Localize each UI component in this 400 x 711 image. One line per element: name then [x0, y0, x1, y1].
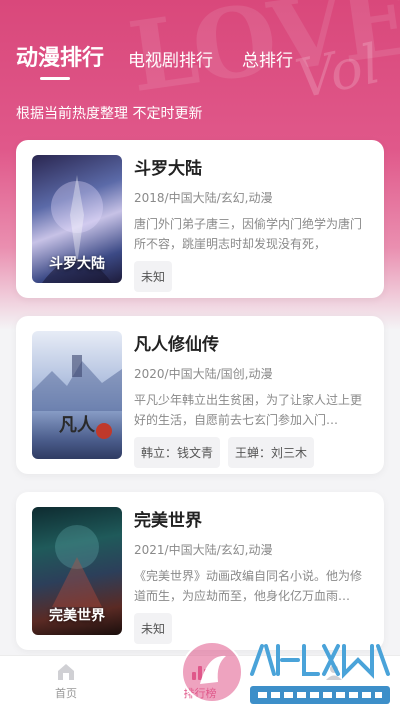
item-title[interactable]: 完美世界: [134, 506, 370, 531]
cover-image[interactable]: 完美世界: [32, 507, 122, 635]
item-description: 《完美世界》动画改编自同名小说。他为修道而生，为应劫而至，他身化亿万血雨…: [134, 569, 363, 603]
bottom-navigation: 首页 排行榜 我的: [0, 655, 400, 711]
ranking-card[interactable]: 斗罗大陆 斗罗大陆 2018/中国大陆/玄幻,动漫 唐门外门弟子唐三，因偷学内门…: [16, 140, 384, 298]
ranking-tabs: 动漫排行 电视剧排行 总排行: [16, 40, 400, 80]
ranking-card[interactable]: 凡人 凡人修仙传 2020/中国大陆/国创,动漫 平凡少年韩立出生贫困，为了让家…: [16, 316, 384, 474]
item-meta: 2018/中国大陆/玄幻,动漫: [134, 191, 273, 205]
nav-label: 排行榜: [183, 687, 217, 700]
cover-image[interactable]: 凡人: [32, 331, 122, 459]
cover-title: 凡人: [59, 415, 95, 436]
cover-title: 完美世界: [49, 608, 105, 624]
cast-tag: 未知: [134, 261, 173, 292]
tab-overall-ranking[interactable]: 总排行: [242, 46, 293, 71]
cast-tag: 未知: [134, 613, 173, 644]
item-title[interactable]: 凡人修仙传: [134, 330, 370, 355]
cast-tag: 韩立：钱文青: [134, 437, 221, 468]
active-tab-indicator: [40, 77, 70, 80]
item-description: 唐门外门弟子唐三，因偷学内门绝学为唐门所不容，跳崖明志时却发现没有死，: [134, 217, 363, 251]
item-meta: 2021/中国大陆/玄幻,动漫: [134, 543, 273, 557]
nav-label: 我的: [323, 687, 345, 700]
nav-ranking[interactable]: 排行榜: [170, 662, 230, 701]
cover-title: 斗罗大陆: [49, 256, 105, 272]
cover-image[interactable]: 斗罗大陆: [32, 155, 122, 283]
nav-label: 首页: [55, 687, 77, 700]
cover-art: [32, 355, 122, 439]
item-description: 平凡少年韩立出生贫困，为了让家人过上更好的生活，自愿前去七玄门参加入门…: [134, 393, 363, 427]
profile-icon: [326, 665, 342, 680]
item-title[interactable]: 斗罗大陆: [134, 154, 370, 179]
tab-tv-ranking[interactable]: 电视剧排行: [128, 46, 213, 71]
item-meta: 2020/中国大陆/国创,动漫: [134, 367, 273, 381]
home-icon: [58, 664, 74, 680]
tab-anime-ranking[interactable]: 动漫排行: [16, 40, 104, 72]
nav-profile[interactable]: 我的: [304, 662, 364, 701]
page-subtitle: 根据当前热度整理 不定时更新: [16, 106, 203, 122]
nav-home[interactable]: 首页: [36, 662, 96, 701]
ranking-card[interactable]: 完美世界 完美世界 2021/中国大陆/玄幻,动漫 《完美世界》动画改编自同名小…: [16, 492, 384, 650]
ranking-icon: [192, 666, 208, 680]
cast-tag: 王蝉：刘三木: [228, 437, 315, 468]
